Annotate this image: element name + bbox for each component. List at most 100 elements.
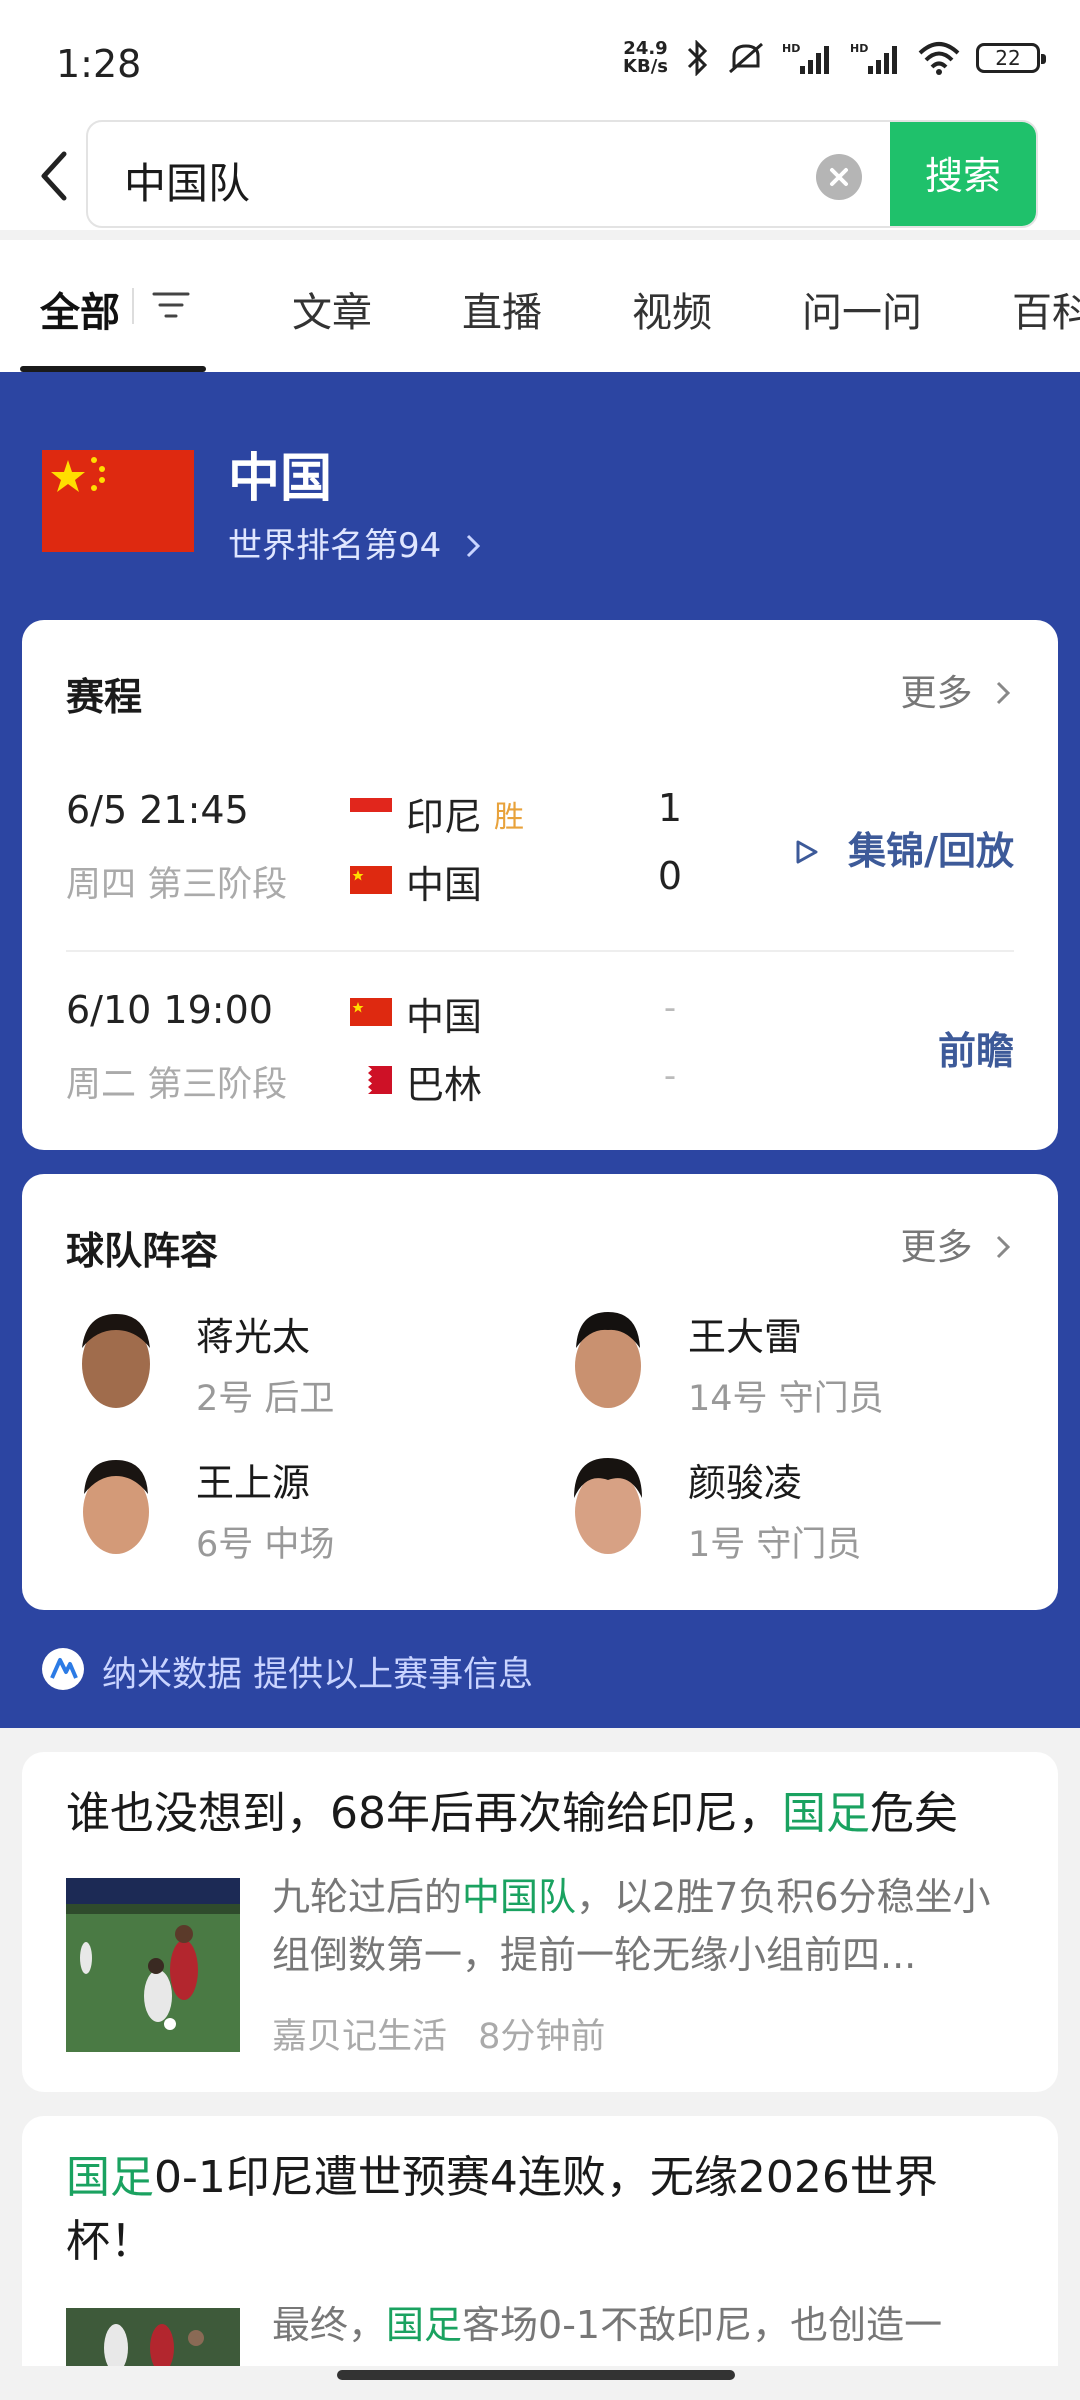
tab-live[interactable]: 直播 <box>462 280 542 338</box>
wifi-icon <box>918 42 960 75</box>
tab-ask[interactable]: 问一问 <box>802 280 922 338</box>
news-author: 嘉贝记生活 <box>272 2017 448 2057</box>
tab-all[interactable]: 全部 <box>40 280 120 338</box>
match-stage: 周四 第三阶段 <box>66 865 288 905</box>
svg-text:HD: HD <box>782 42 800 55</box>
player-info: 6号 中场 <box>196 1525 335 1565</box>
search-button[interactable]: 搜索 <box>890 122 1036 226</box>
news-title: 谁也没想到，68年后再次输给印尼，国足危矣 <box>66 1782 1018 1846</box>
china-flag <box>350 866 392 894</box>
team1-score: - <box>663 988 677 1028</box>
player-info: 2号 后卫 <box>196 1379 335 1419</box>
roster-title: 球队阵容 <box>66 1229 219 1273</box>
team2-name: 中国 <box>406 863 483 907</box>
more-label: 更多 <box>900 1227 973 1268</box>
chevron-right-icon <box>996 681 1011 705</box>
tab-bar: 全部 文章 直播 视频 问一问 百科 <box>0 240 1080 372</box>
team1-name: 中国 <box>406 995 483 1039</box>
news-title-highlight: 国足 <box>66 2152 154 2203</box>
svg-text:HD: HD <box>850 42 868 55</box>
tab-articles[interactable]: 文章 <box>292 280 372 338</box>
news-meta: 嘉贝记生活 8分钟前 <box>272 2008 605 2059</box>
player-name: 王大雷 <box>688 1315 803 1359</box>
battery-icon: 22 <box>976 43 1046 73</box>
news-summary: 九轮过后的中国队，以2胜7负积6分稳坐小组倒数第一，提前一轮无缘小组前四... <box>272 1868 1018 1984</box>
news-card[interactable]: 国足0-1印尼遭世预赛4连败，无缘2026世界杯！ 最终，国足客场0-1不敌印尼… <box>22 2116 1058 2366</box>
status-bar: 1:28 24.9 KB/s HD HD 22 <box>0 0 1080 120</box>
news-thumbnail <box>66 2308 240 2366</box>
player-avatar <box>76 1308 156 1414</box>
news-thumbnail <box>66 1878 240 2052</box>
player-name: 颜骏凌 <box>688 1461 803 1505</box>
news-title-text: 危矣 <box>870 1788 958 1839</box>
news-card[interactable]: 谁也没想到，68年后再次输给印尼，国足危矣 九轮过后的中国队，以2胜7负积6分稳… <box>22 1752 1058 2092</box>
match-time: 6/5 21:45 <box>66 788 249 832</box>
data-source-note: 纳米数据 提供以上赛事信息 <box>102 1655 534 1695</box>
team-ranking[interactable]: 世界排名第94 <box>228 518 484 567</box>
team2-name: 巴林 <box>406 1063 483 1107</box>
mute-icon <box>729 42 763 74</box>
net-speed: 24.9 KB/s <box>623 40 668 76</box>
news-summary-highlight: 中国队 <box>462 1875 577 1919</box>
hd-signal-icon: HD <box>782 42 829 74</box>
clear-icon[interactable] <box>816 154 862 200</box>
hd-signal-icon: HD <box>850 42 897 74</box>
bluetooth-icon <box>687 40 708 76</box>
player-info: 14号 守门员 <box>688 1379 884 1419</box>
net-speed-unit: KB/s <box>623 56 668 77</box>
schedule-more-button[interactable]: 更多 <box>901 664 1014 716</box>
home-indicator[interactable] <box>337 2370 735 2380</box>
status-time: 1:28 <box>56 42 142 86</box>
tab-encyclopedia[interactable]: 百科 <box>1012 280 1080 338</box>
search-row: 中国队 搜索 <box>0 120 1080 230</box>
news-summary-highlight: 国足 <box>386 2303 463 2347</box>
news-summary: 最终，国足客场0-1不敌印尼，也创造一 <box>272 2296 1018 2354</box>
news-title-text: 0-1印尼遭世预赛4连败，无缘2026世界杯！ <box>66 2152 938 2267</box>
highlights-label: 集锦/回放 <box>848 829 1014 873</box>
schedule-title: 赛程 <box>66 675 143 719</box>
data-provider-logo-icon <box>42 1648 84 1690</box>
player-info: 1号 守门员 <box>688 1525 862 1565</box>
team-name: 中国 <box>228 449 333 509</box>
roster-more-button[interactable]: 更多 <box>901 1218 1014 1270</box>
player-name: 蒋光太 <box>196 1315 311 1359</box>
team2-score: 0 <box>657 854 683 898</box>
back-icon[interactable] <box>30 146 80 206</box>
news-summary-text: 九轮过后的 <box>272 1875 463 1919</box>
roster-card: 球队阵容 更多 蒋光太 2号 后卫 王大雷 14号 守门员 王上源 6号 中场 … <box>22 1174 1058 1610</box>
team1-name: 印尼 <box>406 795 483 839</box>
news-summary-text: 最终， <box>272 2303 387 2347</box>
news-time: 8分钟前 <box>478 2017 606 2057</box>
status-icons: 24.9 KB/s HD HD 22 <box>623 40 1046 76</box>
bahrain-flag <box>360 1066 392 1094</box>
player-avatar <box>76 1454 156 1560</box>
china-flag <box>350 998 392 1026</box>
news-title: 国足0-1印尼遭世预赛4连败，无缘2026世界杯！ <box>66 2146 1018 2274</box>
player-avatar <box>568 1308 648 1414</box>
filter-icon[interactable] <box>152 290 190 320</box>
team2-score: - <box>663 1056 677 1096</box>
divider <box>66 950 1014 952</box>
player-name: 王上源 <box>196 1461 311 1505</box>
news-summary-text: 客场0-1不敌印尼，也创造一 <box>462 2303 943 2347</box>
match-time: 6/10 19:00 <box>66 988 273 1032</box>
win-badge: 胜 <box>494 800 524 835</box>
tab-video[interactable]: 视频 <box>632 280 712 338</box>
chevron-right-icon <box>996 1235 1011 1259</box>
highlights-button[interactable]: 集锦/回放 <box>793 820 1014 875</box>
ranking-label: 世界排名第94 <box>228 526 442 566</box>
preview-button[interactable]: 前瞻 <box>938 1020 1014 1075</box>
schedule-card: 赛程 更多 6/5 21:45 周四 第三阶段 印尼 胜 1 中国 0 集锦/回… <box>22 620 1058 1150</box>
team1-score: 1 <box>657 786 683 830</box>
more-label: 更多 <box>900 673 973 714</box>
news-title-text: 谁也没想到，68年后再次输给印尼， <box>66 1788 782 1839</box>
search-box[interactable]: 中国队 搜索 <box>86 120 1038 228</box>
indonesia-flag <box>350 798 392 826</box>
player-avatar <box>568 1454 648 1560</box>
china-flag <box>42 450 194 552</box>
news-title-highlight: 国足 <box>782 1788 870 1839</box>
match-stage: 周二 第三阶段 <box>66 1065 288 1105</box>
chevron-right-icon <box>467 534 481 558</box>
play-icon <box>796 840 818 864</box>
search-input[interactable]: 中国队 <box>124 150 250 211</box>
